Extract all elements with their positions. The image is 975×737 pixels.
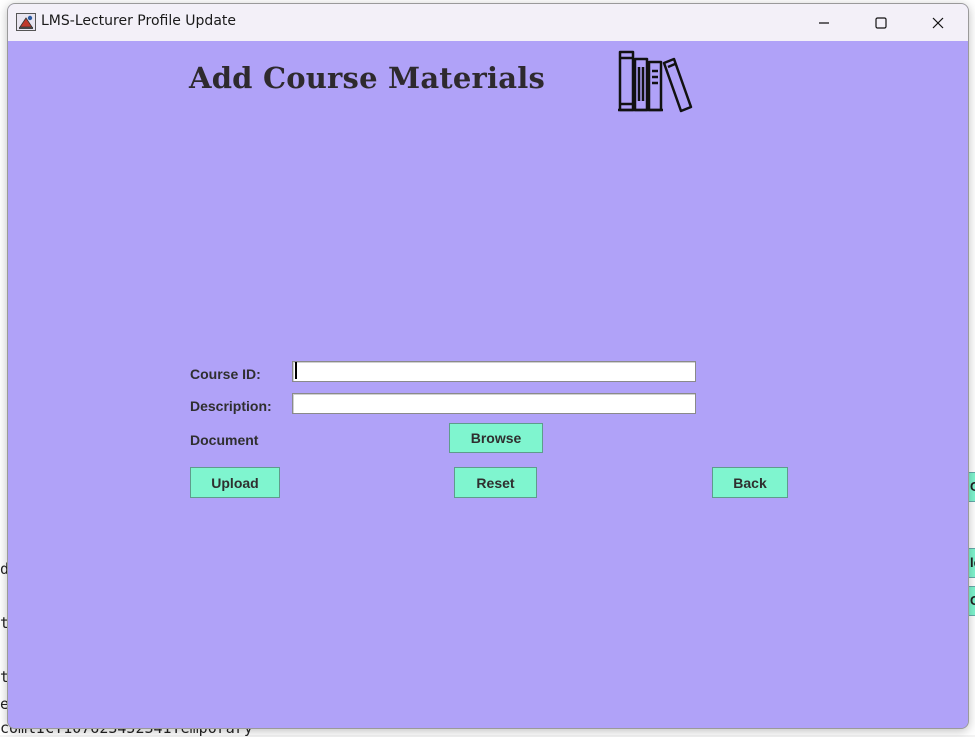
window-title: LMS-Lecturer Profile Update — [41, 13, 236, 29]
page-title: Add Course Materials — [189, 61, 545, 95]
title-bar[interactable]: LMS-Lecturer Profile Update — [8, 4, 968, 41]
close-button[interactable] — [915, 4, 961, 41]
maximize-button[interactable] — [858, 4, 904, 41]
app-window: LMS-Lecturer Profile Update Add Course M… — [7, 3, 969, 729]
close-icon — [932, 17, 944, 28]
books-icon — [618, 50, 693, 113]
course-id-input[interactable] — [292, 361, 696, 382]
content-panel: Add Course Materials Course ID: Descript… — [8, 41, 968, 728]
java-app-icon — [16, 13, 36, 31]
back-button[interactable]: Back — [712, 467, 788, 498]
upload-button[interactable]: Upload — [190, 467, 280, 498]
minimize-button[interactable] — [801, 4, 847, 41]
reset-button[interactable]: Reset — [454, 467, 537, 498]
description-label: Description: — [190, 398, 272, 414]
maximize-icon — [875, 16, 887, 29]
minimize-icon — [819, 21, 829, 24]
document-label: Document — [190, 432, 259, 448]
text-cursor — [295, 362, 297, 379]
browse-button[interactable]: Browse — [449, 423, 543, 453]
course-id-label: Course ID: — [190, 366, 261, 382]
description-input[interactable] — [292, 393, 696, 414]
